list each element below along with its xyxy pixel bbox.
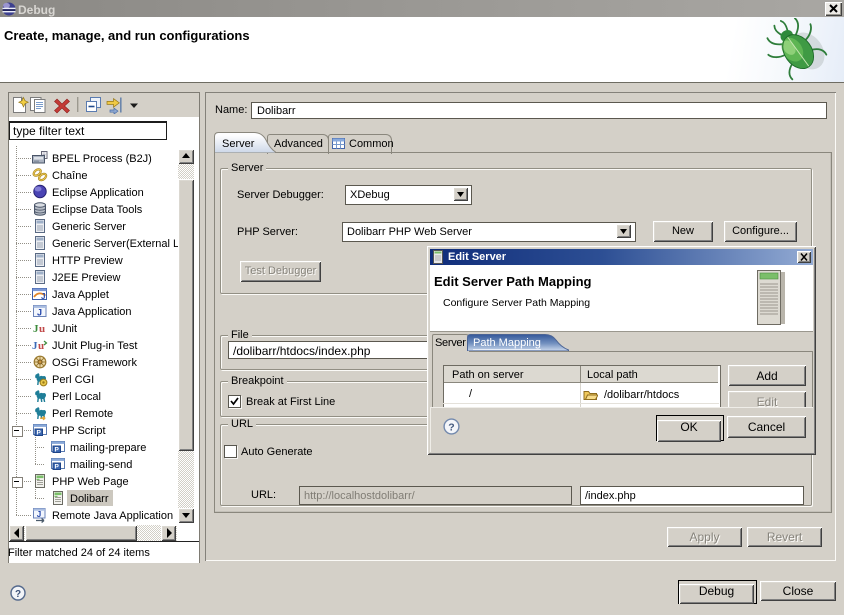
svg-text:?: ? (448, 421, 454, 433)
svg-text:J: J (37, 308, 42, 318)
svg-text:u: u (39, 323, 45, 335)
svg-text:J: J (41, 292, 45, 301)
svg-text:P: P (55, 447, 60, 454)
svg-text:?: ? (15, 589, 21, 600)
svg-text:u: u (38, 340, 44, 352)
svg-text:P: P (55, 464, 60, 471)
svg-text:P: P (37, 430, 42, 437)
svg-text:J: J (37, 510, 41, 519)
